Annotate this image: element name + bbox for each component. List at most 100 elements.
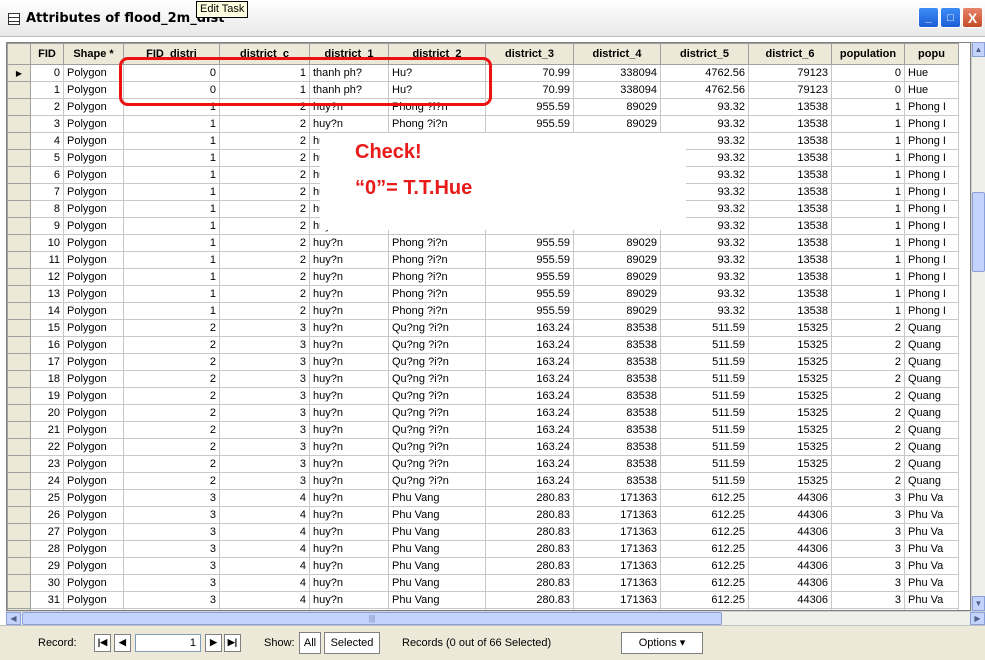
table-cell[interactable]: Polygon [63,166,124,184]
show-all-button[interactable]: All [299,632,321,654]
table-cell[interactable]: 13538 [748,149,832,167]
table-cell[interactable]: 26 [30,506,64,524]
table-cell[interactable]: Phu Va [904,489,959,507]
table-cell[interactable]: 83538 [573,336,661,354]
table-cell[interactable]: 89029 [573,251,661,269]
column-header[interactable]: district_6 [748,43,832,65]
table-cell[interactable]: 44306 [748,557,832,575]
table-cell[interactable]: Quang [904,387,959,405]
table-cell[interactable]: Phong I [904,302,959,320]
table-cell[interactable]: Phu Vang [388,489,486,507]
table-cell[interactable]: Phong I [904,217,959,235]
table-cell[interactable]: 2 [831,336,905,354]
table-cell[interactable]: 1 [831,132,905,150]
table-cell[interactable]: 13538 [748,132,832,150]
table-cell[interactable]: 2 [123,438,220,456]
table-cell[interactable]: 163.24 [485,404,574,422]
row-selector[interactable] [7,234,31,252]
table-cell[interactable]: huy?n [309,455,389,473]
table-cell[interactable]: 15325 [748,438,832,456]
table-cell[interactable]: 89029 [573,285,661,303]
table-row[interactable]: 26 Polygon 3 4 huy?n Phu Vang 280.83 171363 612.… [7,506,959,524]
row-selector[interactable] [7,489,31,507]
table-cell[interactable]: 70.99 [485,64,574,82]
table-cell[interactable]: 16 [30,336,64,354]
table-cell[interactable]: huy?n [309,557,389,575]
table-cell[interactable]: 3 [219,455,310,473]
table-row[interactable]: 12 Polygon 1 2 huy?n Phong ?i?n 955.59 89029 93.… [7,268,959,286]
maximize-button[interactable]: □ [940,7,961,28]
table-cell[interactable]: 83538 [573,472,661,490]
table-cell[interactable]: 511.59 [660,404,749,422]
table-row[interactable]: 15 Polygon 2 3 huy?n Qu?ng ?i?n 163.24 83538 511… [7,319,959,337]
table-cell[interactable]: 163.24 [485,455,574,473]
table-cell[interactable]: Phu Va [904,591,959,609]
table-cell[interactable]: 511.59 [660,336,749,354]
table-cell[interactable]: 2 [123,336,220,354]
table-cell[interactable]: 1 [123,149,220,167]
table-cell[interactable]: 3 [831,557,905,575]
table-row[interactable]: 24 Polygon 2 3 huy?n Qu?ng ?i?n 163.24 83538 511… [7,472,959,490]
table-cell[interactable]: 3 [831,489,905,507]
table-cell[interactable]: 2 [219,200,310,218]
table-cell[interactable]: 6 [30,166,64,184]
table-cell[interactable]: 3 [123,523,220,541]
table-cell[interactable]: Polygon [63,591,124,609]
table-cell[interactable]: Qu?ng ?i?n [388,353,486,371]
table-cell[interactable]: Quang [904,472,959,490]
table-cell[interactable]: 163.24 [485,387,574,405]
table-cell[interactable]: Phong I [904,149,959,167]
table-cell[interactable]: 3 [123,557,220,575]
table-cell[interactable]: 93.32 [660,98,749,116]
table-cell[interactable]: Polygon [63,149,124,167]
table-cell[interactable]: 171363 [573,557,661,575]
table-cell[interactable]: 511.59 [660,421,749,439]
table-row[interactable]: 27 Polygon 3 4 huy?n Phu Vang 280.83 171363 612.… [7,523,959,541]
row-selector[interactable] [7,336,31,354]
title-bar[interactable]: Attributes of flood_2m_dist Edit Task _ … [0,0,985,37]
table-row[interactable]: 14 Polygon 1 2 huy?n Phong ?i?n 955.59 89029 93.… [7,302,959,320]
row-selector[interactable] [7,200,31,218]
column-header[interactable]: Shape * [63,43,124,65]
table-cell[interactable]: Phong I [904,251,959,269]
table-cell[interactable]: 2 [219,268,310,286]
table-cell[interactable]: huy?n [309,506,389,524]
table-row[interactable]: 22 Polygon 2 3 huy?n Qu?ng ?i?n 163.24 83538 511… [7,438,959,456]
table-cell[interactable]: huy?n [309,489,389,507]
table-cell[interactable]: 1 [123,115,220,133]
table-cell[interactable]: 4 [219,574,310,592]
table-cell[interactable]: 2 [123,472,220,490]
scroll-right-icon[interactable]: ▶ [970,612,985,625]
table-cell[interactable]: 44306 [748,489,832,507]
table-cell[interactable]: 2 [831,421,905,439]
table-cell[interactable]: 955.59 [485,251,574,269]
table-cell[interactable]: Polygon [63,200,124,218]
column-header[interactable]: FID [30,43,64,65]
table-cell[interactable]: 15325 [748,353,832,371]
table-cell[interactable]: 3 [831,591,905,609]
table-cell[interactable]: Polygon [63,251,124,269]
table-cell[interactable]: 3 [219,319,310,337]
row-selector[interactable] [7,285,31,303]
table-cell[interactable]: Qu?ng ?i?n [388,387,486,405]
table-cell[interactable]: 3 [219,387,310,405]
table-cell[interactable]: Polygon [63,404,124,422]
table-cell[interactable]: 15325 [748,336,832,354]
table-cell[interactable]: 2 [219,132,310,150]
table-cell[interactable]: 83538 [573,387,661,405]
table-cell[interactable]: 3 [123,540,220,558]
table-cell[interactable]: Hue [904,64,959,82]
table-cell[interactable]: 13538 [748,268,832,286]
table-cell[interactable]: 1 [831,183,905,201]
table-cell[interactable]: 10 [30,234,64,252]
table-cell[interactable]: Phong I [904,200,959,218]
table-cell[interactable]: Polygon [63,302,124,320]
table-cell[interactable]: 13538 [748,302,832,320]
table-cell[interactable]: 171363 [573,523,661,541]
table-cell[interactable]: Phu Vang [388,506,486,524]
table-cell[interactable]: 612.25 [660,523,749,541]
table-cell[interactable]: 29 [30,557,64,575]
table-cell[interactable]: 1 [123,132,220,150]
table-row[interactable]: 29 Polygon 3 4 huy?n Phu Vang 280.83 171363 612.… [7,557,959,575]
table-cell[interactable]: 3 [219,370,310,388]
